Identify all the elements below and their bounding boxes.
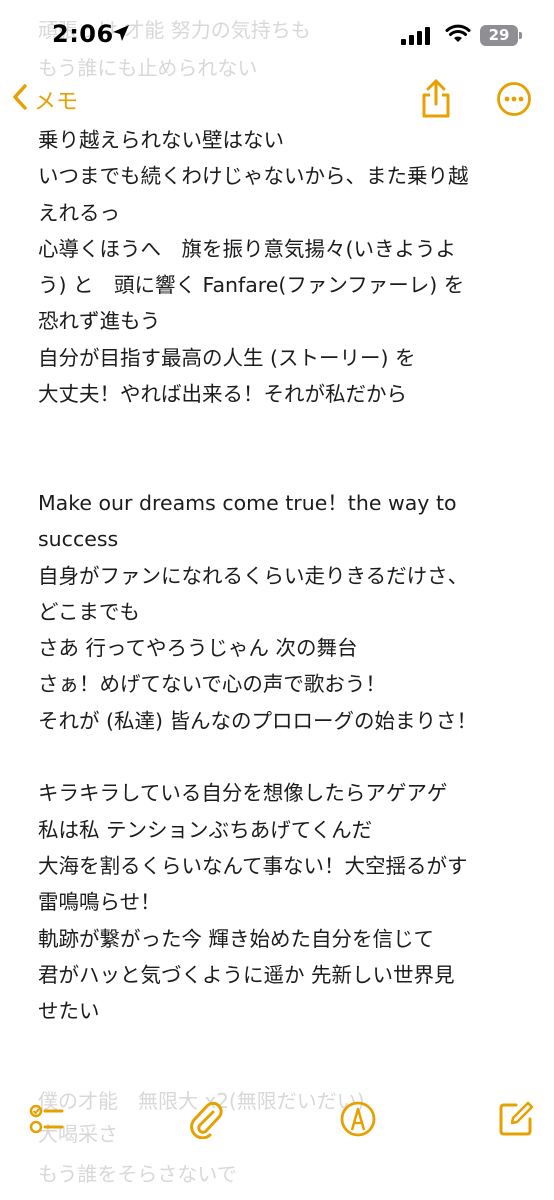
attach-button[interactable]: [186, 1099, 226, 1140]
note-line: さあ 行ってやろうじゃん 次の舞台: [38, 636, 358, 661]
note-line: えれるっ: [38, 200, 120, 225]
paperclip-icon: [186, 1101, 226, 1143]
note-line: 恐れず進もう: [38, 309, 161, 334]
note-line: success: [38, 527, 119, 552]
note-line: 自分が目指す最高の人生 (ストーリー) を: [38, 345, 416, 370]
chevron-left-icon: [12, 83, 28, 117]
note-line: 軌跡が繋がった今 輝き始めた自分を信じて: [38, 926, 435, 951]
status-time: 2:06: [52, 20, 114, 48]
note-body[interactable]: 乗り越えられない壁はないいつまでも続くわけじゃないから、また乗り越 えれるっ心導く…: [38, 122, 528, 1029]
note-line: [38, 412, 528, 448]
note-line: 大海を割るくらいなんて事ない！大空揺るがす: [38, 853, 468, 878]
note-line: 私は私 テンションぶちあげてくんだ: [38, 817, 373, 842]
more-ellipsis-icon: [496, 82, 532, 121]
compose-icon: [496, 1101, 536, 1143]
note-line: 自身がファンになれるくらい走りきるだけさ、: [38, 563, 469, 588]
back-label: メモ: [34, 90, 79, 115]
note-line: 乗り越えられない壁はない: [38, 128, 284, 152]
home-indicator-area: [0, 1155, 554, 1200]
note-line: さぁ！めげてないで心の声で歌おう！: [38, 672, 386, 697]
compose-button[interactable]: [496, 1099, 536, 1139]
back-button[interactable]: メモ: [12, 80, 78, 120]
note-line: う) と 頭に響く Fanfare(ファンファーレ) を: [38, 273, 465, 298]
battery-indicator: 29: [480, 25, 522, 46]
note-line: Make our dreams come true！the way to: [38, 490, 457, 515]
status-bar: 2:06 29: [0, 0, 554, 78]
markup-button[interactable]: [338, 1099, 378, 1139]
nav-bar: メモ: [0, 78, 554, 124]
note-line: それが (私達) 皆んなのプロローグの始まりさ！: [38, 708, 478, 733]
checklist-icon: [28, 1104, 68, 1143]
note-line: 君がハッと気づくように遥か 先新しい世界見: [38, 962, 455, 987]
bottom-toolbar: [0, 1085, 554, 1155]
checklist-button[interactable]: [28, 1099, 68, 1139]
note-line: [38, 449, 528, 485]
note-line: いつまでも続くわけじゃないから、また乗り越: [38, 164, 469, 189]
cellular-signal-icon: [401, 27, 433, 49]
location-arrow-icon: [112, 24, 130, 46]
more-button[interactable]: [496, 81, 532, 117]
note-line: [38, 739, 528, 775]
note-line: 雷鳴鳴らせ！: [38, 890, 161, 915]
share-button[interactable]: [418, 78, 454, 120]
note-line: キラキラしている自分を想像したらアゲアゲ: [38, 781, 448, 806]
note-line: 心導くほうへ 旗を振り意気揚々(いきようよ: [38, 236, 456, 261]
wifi-icon: [445, 24, 471, 48]
markup-pen-icon: [338, 1101, 378, 1143]
note-line: 大丈夫！やれば出来る！それが私だから: [38, 382, 407, 407]
note-line: どこまでも: [38, 599, 140, 624]
note-line: せたい: [38, 999, 100, 1024]
